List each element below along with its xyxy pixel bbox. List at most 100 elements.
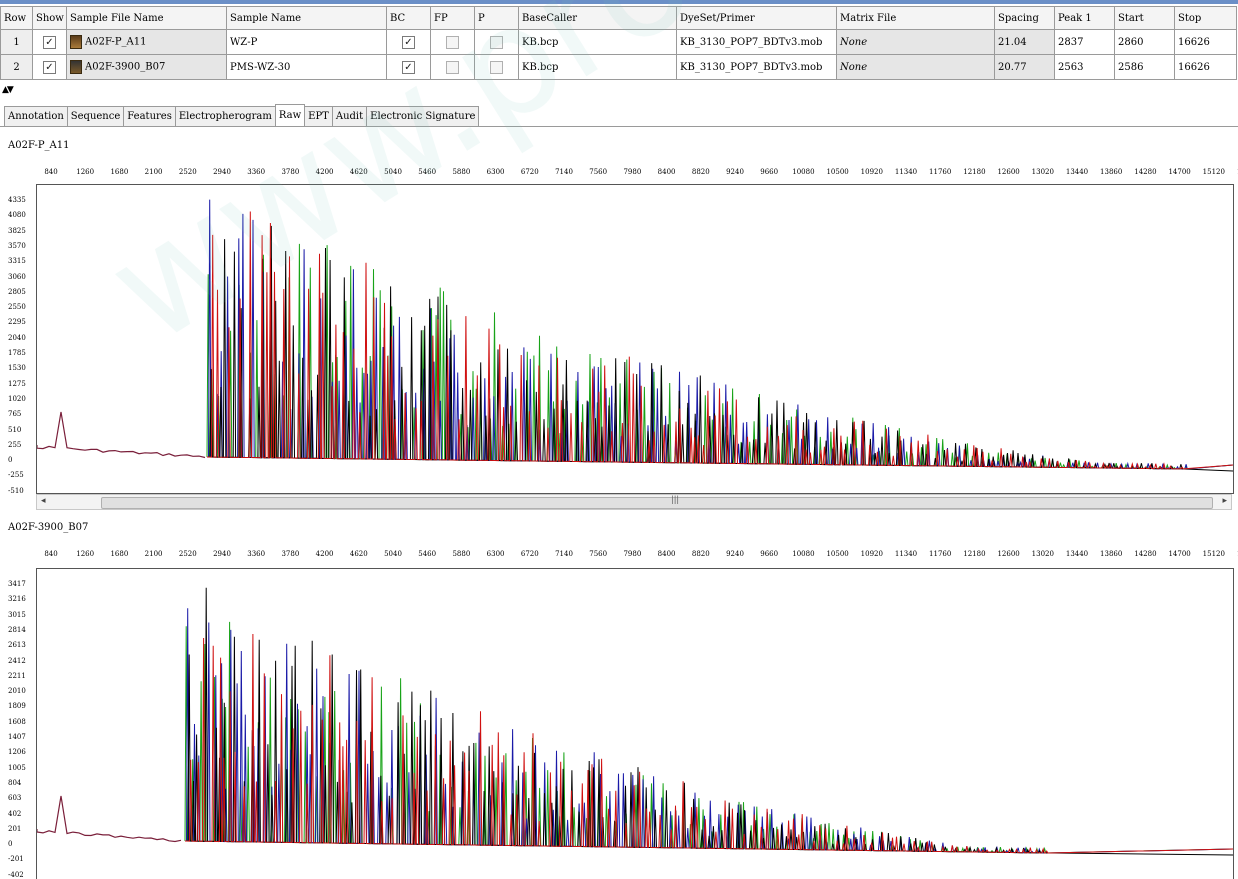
panel-sample-label: A02F-P_A11	[8, 140, 70, 151]
x-tick-label: 7140	[555, 168, 573, 176]
column-header[interactable]: Sample File Name	[66, 6, 227, 30]
p-checkbox[interactable]	[474, 29, 519, 55]
tab-electronic-signature[interactable]: Electronic Signature	[366, 106, 480, 126]
scroll-grip-icon: |||	[671, 495, 680, 504]
scroll-right-icon[interactable]: ▸	[1222, 496, 1227, 506]
tab-features[interactable]: Features	[123, 106, 176, 126]
start-cell[interactable]: 2586	[1114, 54, 1175, 80]
x-tick-label: 12600	[997, 550, 1020, 558]
peak1-cell[interactable]: 2837	[1054, 29, 1115, 55]
y-tick-label: 603	[8, 794, 22, 803]
x-tick-label: 14700	[1168, 168, 1191, 176]
x-axis-scans: 840 1260 1680 2100 2520 2940 3360 3780 4200 4620 5…	[36, 550, 1238, 564]
scroll-thumb[interactable]	[101, 497, 1213, 509]
column-header[interactable]: DyeSet/Primer	[676, 6, 837, 30]
x-tick-label: 6300	[486, 168, 505, 176]
electropherogram-plot[interactable]	[36, 184, 1234, 494]
electropherogram-plot[interactable]	[36, 568, 1234, 879]
column-header[interactable]: BC	[386, 6, 431, 30]
spacing-cell[interactable]: 21.04	[994, 29, 1055, 55]
x-tick-label: 5460	[418, 168, 437, 176]
x-tick-label: 840	[44, 550, 58, 558]
sample-file-name[interactable]: A02F-3900_B07	[66, 54, 227, 80]
y-tick-label: 2010	[8, 687, 26, 696]
table-row[interactable]: 2 ✓ A02F-3900_B07 PMS-WZ-30 ✓ KB.bcp KB_…	[0, 54, 1237, 80]
bc-checkbox[interactable]: ✓	[386, 54, 431, 80]
baseline-trace	[37, 795, 182, 843]
x-tick-label: 9660	[760, 550, 779, 558]
sample-file-icon	[70, 35, 82, 49]
y-tick-label: 2040	[8, 333, 26, 342]
x-tick-label: 11760	[929, 168, 952, 176]
x-tick-label: 1260	[76, 550, 95, 558]
matrix-file-cell[interactable]: None	[836, 29, 995, 55]
basecaller-cell[interactable]: KB.bcp	[518, 54, 677, 80]
row-number[interactable]: 1	[0, 29, 33, 55]
dyeset-cell[interactable]: KB_3130_POP7_BDTv3.mob	[676, 54, 837, 80]
tab-audit[interactable]: Audit	[331, 106, 368, 126]
splitter-arrows-icon[interactable]: ▲▼	[2, 85, 14, 95]
stop-cell[interactable]: 16626	[1174, 29, 1237, 55]
panel-splitter[interactable]: ▲▼	[0, 85, 1238, 100]
tab-panel-border	[0, 126, 1238, 127]
peak1-cell[interactable]: 2563	[1054, 54, 1115, 80]
tab-annotation[interactable]: Annotation	[4, 106, 68, 126]
y-tick-label: 3015	[8, 610, 26, 619]
column-header[interactable]: Start	[1114, 6, 1175, 30]
y-tick-label: 3216	[8, 595, 26, 604]
x-tick-label: 7560	[589, 550, 608, 558]
column-header[interactable]: FP	[430, 6, 475, 30]
tab-raw[interactable]: Raw	[274, 104, 306, 126]
fp-checkbox[interactable]	[430, 54, 475, 80]
show-checkbox[interactable]: ✓	[32, 29, 67, 55]
scroll-left-icon[interactable]: ◂	[41, 496, 46, 506]
table-row[interactable]: 1 ✓ A02F-P_A11 WZ-P ✓ KB.bcp KB_3130_POP…	[0, 29, 1237, 55]
y-tick-label: 804	[8, 778, 22, 787]
dyeset-cell[interactable]: KB_3130_POP7_BDTv3.mob	[676, 29, 837, 55]
show-checkbox[interactable]: ✓	[32, 54, 67, 80]
y-tick-label: 3570	[8, 241, 26, 250]
spacing-cell[interactable]: 20.77	[994, 54, 1055, 80]
tab-sequence[interactable]: Sequence	[66, 106, 125, 126]
start-cell[interactable]: 2860	[1114, 29, 1175, 55]
tab-electropherogram[interactable]: Electropherogram	[174, 106, 276, 126]
sample-file-name[interactable]: A02F-P_A11	[66, 29, 227, 55]
column-header[interactable]: BaseCaller	[518, 6, 677, 30]
horizontal-scrollbar[interactable]: ◂ ||| ▸	[36, 494, 1232, 510]
y-tick-label: 1809	[8, 702, 26, 711]
x-tick-label: 13440	[1065, 550, 1089, 558]
column-header[interactable]: Sample Name	[226, 6, 387, 30]
y-tick-label: 1275	[8, 379, 26, 388]
matrix-file-cell[interactable]: None	[836, 54, 995, 80]
samples-table: Row Show Sample File Name Sample Name BC FP P B…	[0, 6, 1237, 80]
bc-checkbox[interactable]: ✓	[386, 29, 431, 55]
column-header[interactable]: P	[474, 6, 519, 30]
baseline-trace	[37, 411, 206, 459]
column-header[interactable]: Matrix File	[836, 6, 995, 30]
x-tick-label: 6300	[486, 550, 505, 558]
basecaller-cell[interactable]: KB.bcp	[518, 29, 677, 55]
y-tick-label: 1005	[8, 763, 26, 772]
y-axis-intensity: 4335 4080 3825 3570 3315 3060 2805 2550 2295 2040…	[0, 186, 34, 495]
column-header[interactable]: Stop	[1174, 6, 1237, 30]
y-tick-label: 2550	[8, 303, 26, 312]
fp-checkbox[interactable]	[430, 29, 475, 55]
x-tick-label: 5040	[384, 168, 402, 176]
y-tick-label: 1206	[8, 748, 26, 757]
y-tick-label: 2805	[8, 287, 26, 296]
y-tick-label: 1407	[8, 733, 26, 741]
column-header[interactable]: Show	[32, 6, 67, 30]
p-checkbox[interactable]	[474, 54, 519, 80]
stop-cell[interactable]: 16626	[1174, 54, 1237, 80]
x-tick-label: 6720	[520, 550, 539, 558]
table-header-row: Row Show Sample File Name Sample Name BC FP P B…	[0, 6, 1237, 30]
x-tick-label: 1680	[110, 550, 129, 558]
sample-name[interactable]: WZ-P	[226, 29, 387, 55]
column-header[interactable]: Spacing	[994, 6, 1055, 30]
column-header[interactable]: Row	[0, 6, 33, 30]
column-header[interactable]: Peak 1	[1054, 6, 1115, 30]
row-number[interactable]: 2	[0, 54, 33, 80]
sample-name[interactable]: PMS-WZ-30	[226, 54, 387, 80]
tab-ept[interactable]: EPT	[304, 106, 333, 126]
x-tick-label: 2940	[213, 168, 231, 176]
